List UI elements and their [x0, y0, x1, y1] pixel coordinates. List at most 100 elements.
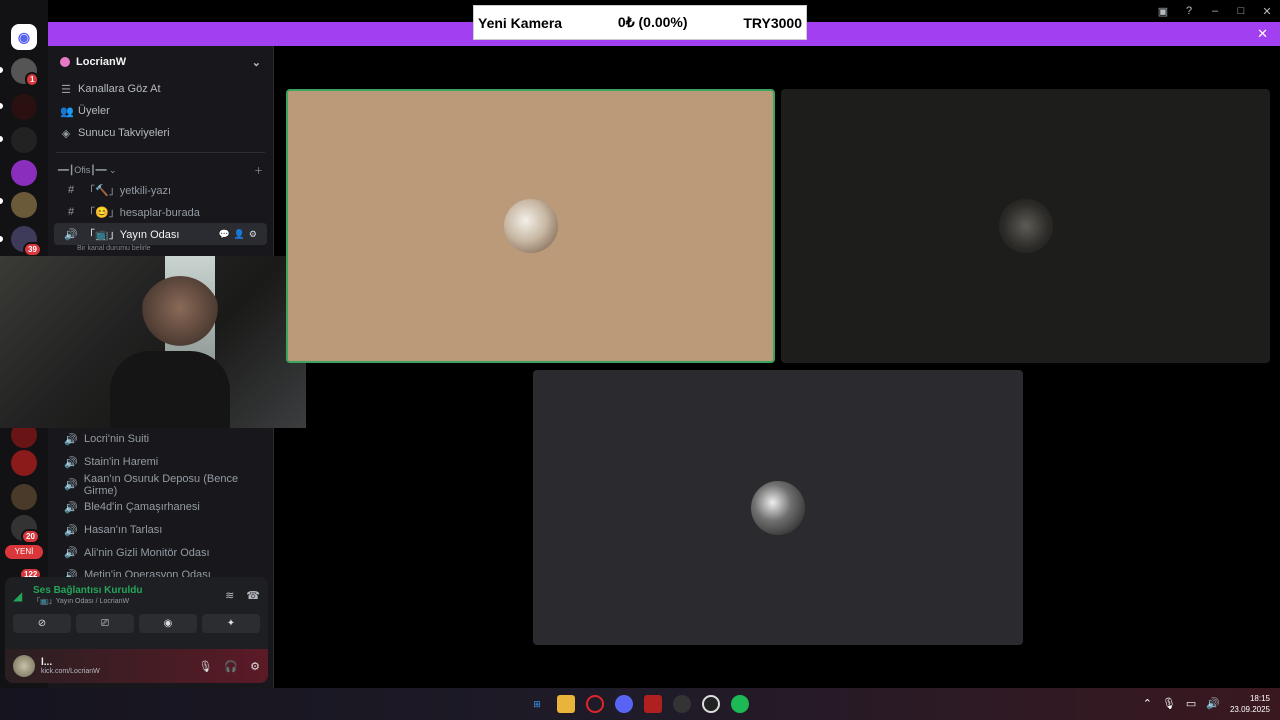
clock-date: 23.09.2025: [1229, 705, 1270, 714]
server-icon[interactable]: [11, 94, 37, 120]
channel-label: Locri'nin Suiti: [84, 433, 150, 446]
channel-label: 「😊」hesaplar-burada: [84, 207, 200, 219]
user-status: kick.com/LocrianW: [41, 668, 100, 675]
invite-icon[interactable]: 👤: [234, 229, 245, 240]
gear-icon[interactable]: ⚙: [250, 660, 260, 673]
screen-share-button[interactable]: ⎚: [76, 614, 134, 633]
voice-channel[interactable]: 🔊 Kaan'ın Osuruk Deposu (Bence Girme): [54, 473, 268, 497]
channel-label: 「🔨」yetkili-yazı: [84, 185, 172, 197]
signal-icon[interactable]: ◢: [13, 589, 33, 603]
chevron-up-icon[interactable]: ⌃: [1143, 697, 1152, 710]
nav-label: Sunucu Takviyeleri: [78, 127, 170, 139]
webcam-person: [140, 276, 220, 356]
window-controls: ▣ ? – □ ✕: [1150, 0, 1280, 22]
camera-off-icon: ⊘: [37, 618, 47, 629]
headphones-icon[interactable]: 🎧: [224, 660, 238, 673]
activities-button[interactable]: ◉: [139, 614, 197, 633]
nav-members[interactable]: 👥 Üyeler: [48, 100, 273, 122]
noise-suppression-icon[interactable]: ≋: [225, 589, 234, 602]
close-icon[interactable]: ✕: [1257, 26, 1268, 42]
close-window-button[interactable]: ✕: [1254, 0, 1280, 22]
obs-icon[interactable]: [673, 695, 691, 713]
discord-icon[interactable]: [615, 695, 633, 713]
microphone-icon[interactable]: 🎙: [198, 660, 212, 673]
microphone-icon[interactable]: 🎙: [1162, 697, 1176, 710]
chevron-down-icon: ⌄: [251, 56, 261, 69]
text-channel[interactable]: # 「😊」hesaplar-burada: [54, 201, 267, 223]
stream-ticker-overlay: Yeni Kamera 0₺ (0.00%) TRY3000: [473, 5, 807, 40]
discord-home-button[interactable]: ◉: [11, 24, 37, 50]
unread-pip: [0, 136, 3, 142]
connection-location[interactable]: 「📺」Yayın Odası / LocrianW: [33, 596, 142, 606]
camera-off-button[interactable]: ⊘: [13, 614, 71, 633]
category-label: ━━┃Ofis┃━━: [58, 164, 107, 175]
chat-icon[interactable]: 💬: [218, 229, 229, 240]
video-tile[interactable]: [781, 89, 1270, 363]
speaker-icon: 🔊: [64, 547, 78, 560]
server-icon[interactable]: [11, 450, 37, 476]
voice-channel[interactable]: 🔊 Ali'nin Gizli Monitör Odası: [54, 541, 268, 564]
add-channel-icon[interactable]: ＋: [254, 164, 263, 177]
speaker-icon: 🔊: [64, 456, 78, 469]
divider: [56, 152, 265, 153]
channel-label: 「📺」Yayın Odası: [84, 229, 180, 241]
ticker-price: TRY3000: [743, 14, 802, 31]
voicemeeter-icon[interactable]: [644, 695, 662, 713]
spotify-icon[interactable]: [731, 695, 749, 713]
participant-avatar: [998, 199, 1053, 253]
network-icon[interactable]: ▭: [1186, 697, 1196, 710]
video-tile-speaking[interactable]: [286, 89, 775, 363]
guild-icon: [60, 57, 70, 67]
voice-channel[interactable]: 🔊 Hasan'ın Tarlası: [54, 519, 268, 542]
start-icon[interactable]: ⊞: [528, 695, 546, 713]
channel-status[interactable]: Bir kanal durumu belirle: [48, 245, 273, 255]
taskbar: ⊞ ⌃ 🎙 ▭ 🔊 18:15 23.09.2025: [0, 688, 1280, 720]
text-channel[interactable]: # 「🔨」yetkili-yazı: [54, 179, 267, 201]
help-icon[interactable]: ?: [1176, 0, 1202, 22]
nav-server-boosts[interactable]: ◈ Sunucu Takviyeleri: [48, 122, 273, 144]
voice-channel[interactable]: 🔊 Locri'nin Suiti: [54, 428, 268, 451]
channel-label: Stain'in Haremi: [84, 456, 159, 469]
soundboard-icon: ✦: [226, 618, 236, 629]
nav-browse-channels[interactable]: ☰ Kanallara Göz At: [48, 78, 273, 100]
guild-name: LocrianW: [76, 56, 127, 68]
server-icon[interactable]: [11, 484, 37, 510]
category-header[interactable]: ━━┃Ofis┃━━ ⌄ ＋: [48, 161, 273, 179]
channel-label: Ali'nin Gizli Monitör Odası: [84, 546, 210, 559]
nav-label: Kanallara Göz At: [78, 83, 161, 95]
inbox-icon[interactable]: ▣: [1150, 0, 1176, 22]
active-voice-channel[interactable]: 🔊 「📺」Yayın Odası 💬 👤 ⚙: [54, 223, 267, 245]
channel-label: Hasan'ın Tarlası: [84, 524, 163, 537]
steam-icon[interactable]: [702, 695, 720, 713]
unread-pip: [0, 103, 3, 109]
folder-icon[interactable]: [557, 695, 575, 713]
speaker-icon: 🔊: [64, 501, 78, 514]
disconnect-icon[interactable]: ☎: [246, 589, 260, 602]
maximize-button[interactable]: □: [1228, 0, 1254, 22]
voice-channel[interactable]: 🔊 Ble4d'in Çamaşırhanesi: [54, 496, 268, 519]
voice-channel-list: 🔊 Locri'nin Suiti 🔊 Stain'in Haremi 🔊 Kaan'…: [48, 428, 274, 587]
server-icon[interactable]: [11, 160, 37, 186]
participant-avatar: [751, 480, 805, 535]
server-icon[interactable]: [11, 192, 37, 218]
username[interactable]: l...: [41, 657, 100, 668]
avatar[interactable]: [13, 655, 35, 677]
soundboard-button[interactable]: ✦: [202, 614, 260, 633]
connection-status[interactable]: Ses Bağlantısı Kuruldu: [33, 585, 142, 596]
opera-icon[interactable]: [586, 695, 604, 713]
minimize-button[interactable]: –: [1202, 0, 1228, 22]
webcam-person-body: [110, 351, 230, 428]
gear-icon[interactable]: ⚙: [249, 229, 257, 240]
participant-avatar: [503, 199, 558, 253]
server-icon[interactable]: [11, 127, 37, 153]
video-tile[interactable]: [533, 370, 1023, 645]
guild-header[interactable]: LocrianW ⌄: [48, 46, 273, 78]
mention-badge: 39: [23, 242, 42, 257]
ticker-change: 0₺ (0.00%): [617, 14, 688, 30]
voice-channel[interactable]: 🔊 Stain'in Haremi: [54, 451, 268, 474]
members-icon: 👥: [60, 105, 74, 118]
volume-icon[interactable]: 🔊: [1206, 697, 1220, 710]
hash-icon: #: [67, 184, 75, 196]
clock[interactable]: 18:15 23.09.2025: [1230, 693, 1270, 715]
new-servers-pill[interactable]: YENİ: [5, 545, 43, 559]
